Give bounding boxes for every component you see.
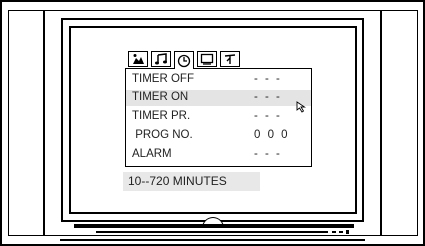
menu-item-label: ALARM — [132, 148, 172, 160]
menu-item-timer-pr[interactable]: TIMER PR. - - - — [126, 109, 311, 125]
tab-picture[interactable] — [128, 51, 148, 67]
menu-item-alarm[interactable]: ALARM - - - — [126, 147, 311, 163]
tab-screen[interactable] — [197, 51, 217, 67]
menu-item-label: TIMER ON — [132, 91, 189, 103]
menu-item-label: TIMER PR. — [132, 110, 191, 122]
hint-bar: 10--720 MINUTES — [123, 172, 260, 191]
tv-base-bar — [74, 224, 354, 228]
left-speaker — [8, 10, 44, 236]
base-rail — [96, 231, 328, 233]
screen-icon — [200, 53, 214, 65]
tab-timer[interactable] — [174, 51, 194, 69]
menu-item-value: - - - — [254, 110, 282, 122]
menu-item-value: - - - — [254, 91, 282, 103]
menu-item-label: TIMER OFF — [132, 73, 194, 85]
base-rail-dash — [332, 231, 336, 233]
timer-menu-panel: TIMER OFF - - - TIMER ON - - - TIMER PR.… — [125, 68, 312, 167]
picture-icon — [133, 54, 144, 64]
base-rail-dash — [339, 231, 343, 233]
sound-icon — [155, 53, 167, 65]
menu-item-label: PROG NO. — [132, 129, 193, 141]
menu-item-timer-on[interactable]: TIMER ON - - - — [126, 90, 311, 106]
timer-icon — [177, 54, 191, 67]
tab-sound[interactable] — [151, 51, 171, 67]
base-rail-dash — [346, 230, 349, 234]
right-speaker — [381, 10, 418, 236]
settings-icon — [224, 54, 236, 64]
tab-settings[interactable] — [220, 51, 240, 67]
menu-item-value: - - - — [254, 148, 282, 160]
menu-item-value: - - - — [254, 73, 282, 85]
menu-item-prog-no[interactable]: PROG NO. 0 0 0 — [126, 128, 311, 144]
pointer-cursor-icon — [296, 100, 308, 113]
menu-item-value: 0 0 0 — [254, 129, 290, 141]
tv-bottom-edge — [60, 239, 365, 241]
menu-item-timer-off[interactable]: TIMER OFF - - - — [126, 72, 311, 88]
